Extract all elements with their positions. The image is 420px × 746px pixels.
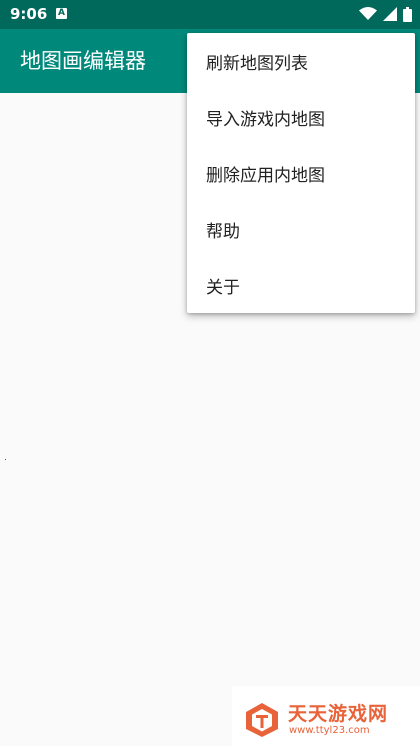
menu-item-import-game-map[interactable]: 导入游戏内地图 <box>187 89 415 145</box>
app-title: 地图画编辑器 <box>20 49 146 73</box>
status-time: 9:06 <box>10 5 48 23</box>
menu-item-refresh-map-list[interactable]: 刷新地图列表 <box>187 33 415 89</box>
wifi-icon <box>359 7 377 20</box>
watermark-logo-icon <box>246 703 278 737</box>
menu-item-label: 关于 <box>206 277 240 298</box>
menu-item-label: 帮助 <box>206 221 240 242</box>
status-icons <box>359 6 412 22</box>
menu-item-help[interactable]: 帮助 <box>187 201 415 257</box>
menu-item-label: 导入游戏内地图 <box>206 109 325 130</box>
watermark-url: www.ttyl23.com <box>289 725 370 736</box>
menu-item-delete-app-map[interactable]: 删除应用内地图 <box>187 145 415 201</box>
battery-icon <box>403 6 412 22</box>
overflow-menu: 刷新地图列表 导入游戏内地图 删除应用内地图 帮助 关于 <box>187 33 415 313</box>
stray-dot <box>5 459 6 460</box>
menu-item-label: 删除应用内地图 <box>206 165 325 186</box>
menu-item-label: 刷新地图列表 <box>206 53 308 74</box>
a-letter-icon: A <box>56 8 67 19</box>
menu-item-about[interactable]: 关于 <box>187 257 415 313</box>
watermark: 天天游戏网 www.ttyl23.com <box>232 686 420 746</box>
signal-icon <box>383 7 397 21</box>
screen: 9:06 A 地图画编辑器 刷新地图列表 导入游戏内地图 删除应用内地图 帮助 … <box>0 0 420 746</box>
watermark-name: 天天游戏网 <box>288 703 389 725</box>
status-bar: 9:06 A <box>0 0 420 29</box>
